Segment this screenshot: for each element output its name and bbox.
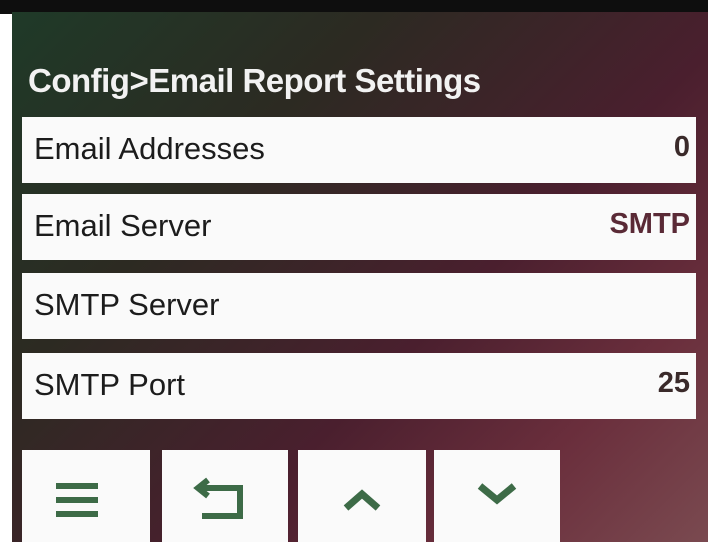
setting-value: SMTP [609, 208, 690, 240]
page-title: Config>Email Report Settings [28, 62, 481, 99]
back-button[interactable] [162, 450, 288, 542]
device-screen: Config>Email Report Settings Email Addre… [0, 0, 708, 544]
setting-row-email-server[interactable]: Email Server SMTP [22, 194, 696, 260]
setting-label: SMTP Port [34, 367, 186, 402]
setting-value: 25 [657, 367, 690, 399]
menu-icon [56, 483, 98, 517]
setting-label: Email Server [34, 208, 212, 243]
chevron-down-icon [477, 483, 517, 505]
setting-label: SMTP Server [34, 287, 220, 322]
setting-row-email-addresses[interactable]: Email Addresses 0 [22, 117, 696, 183]
setting-label: Email Addresses [34, 131, 265, 166]
down-button[interactable] [434, 450, 560, 542]
menu-button[interactable] [22, 450, 150, 542]
setting-row-smtp-server[interactable]: SMTP Server [22, 273, 696, 339]
setting-row-smtp-port[interactable]: SMTP Port 25 [22, 353, 696, 419]
up-button[interactable] [298, 450, 426, 542]
chevron-up-icon [343, 489, 381, 511]
setting-value: 0 [673, 131, 690, 163]
back-icon [193, 477, 243, 519]
